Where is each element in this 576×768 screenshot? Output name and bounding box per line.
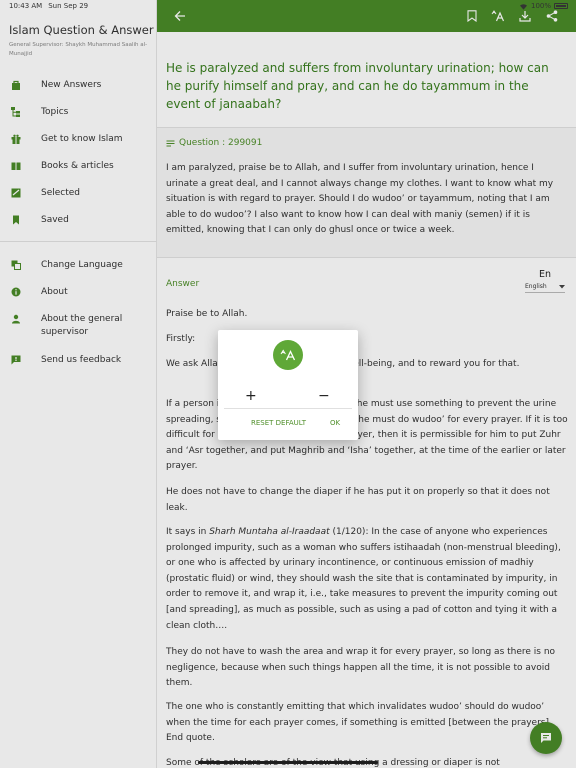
- dialog-divider: [224, 408, 352, 409]
- status-right: 100%: [519, 2, 568, 10]
- decrease-font-button[interactable]: −: [318, 388, 330, 404]
- status-bar: 10:43 AM Sun Sep 29 100%: [0, 0, 576, 12]
- ok-button[interactable]: OK: [330, 419, 340, 427]
- increase-font-button[interactable]: +: [245, 388, 257, 404]
- font-size-dialog: + − RESET DEFAULT OK: [218, 330, 358, 440]
- battery-icon: [554, 3, 568, 9]
- font-size-icon: [273, 340, 303, 370]
- status-date: Sun Sep 29: [48, 2, 89, 10]
- wifi-icon: [519, 3, 527, 10]
- battery-percent: 100%: [530, 2, 551, 10]
- status-time: 10:43 AM Sun Sep 29: [9, 2, 89, 10]
- reset-default-button[interactable]: RESET DEFAULT: [251, 419, 306, 427]
